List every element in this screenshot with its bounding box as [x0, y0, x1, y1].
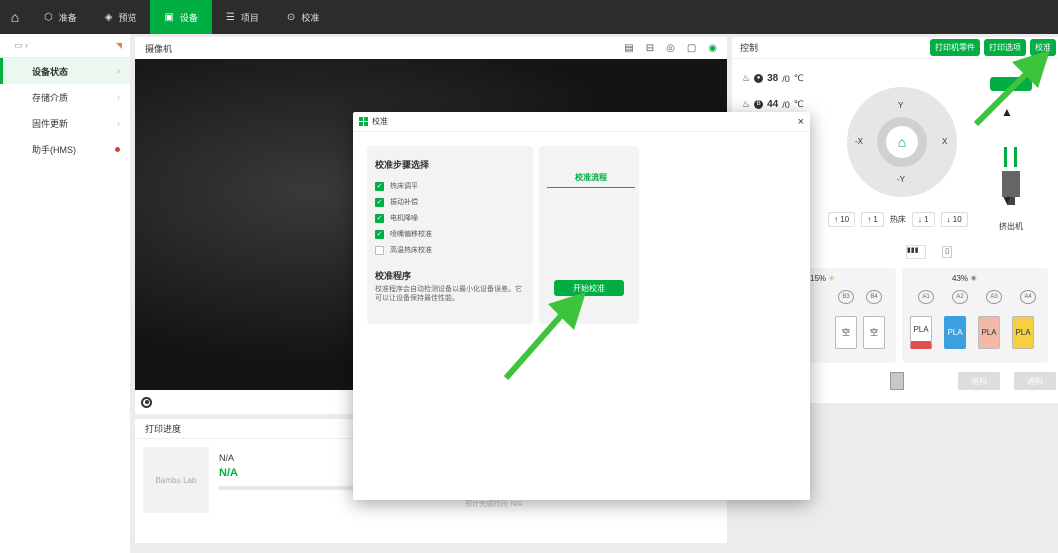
arrow-to-start-button: [503, 308, 569, 380]
arrow-to-calibrate-button: [973, 67, 1033, 127]
annotation-arrows: [503, 50, 1050, 380]
